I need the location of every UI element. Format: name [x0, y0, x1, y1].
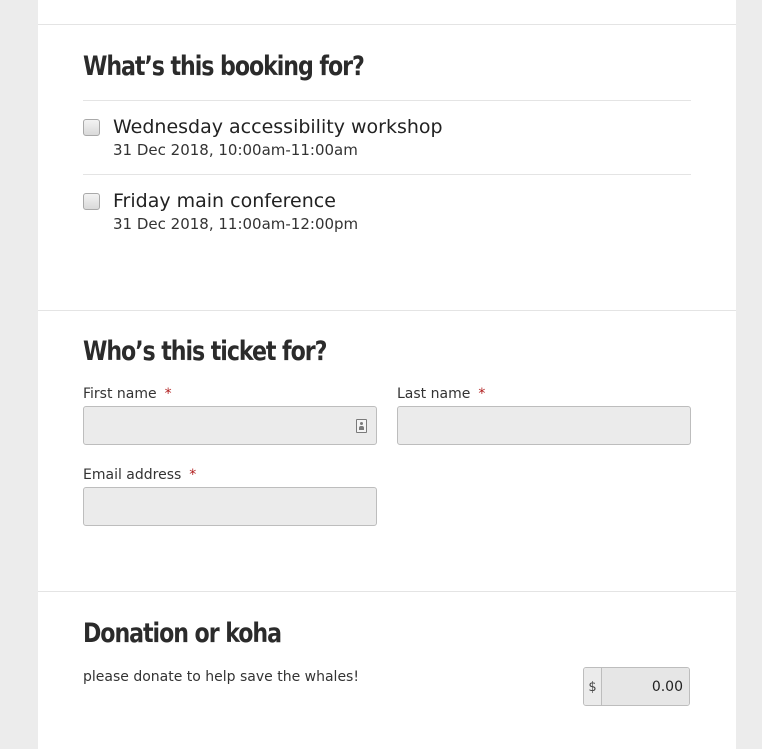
booking-option-friday[interactable]: Friday main conference 31 Dec 2018, 11:0… [83, 174, 691, 248]
email-label: Email address * [83, 467, 196, 483]
required-marker: * [189, 467, 197, 483]
booking-form-card: What’s this booking for? Wednesday acces… [38, 0, 736, 749]
donation-amount-group: $ [583, 667, 690, 706]
ticket-holder-section: Who’s this ticket for? First name * Last … [38, 310, 736, 592]
donation-description: please donate to help save the whales! [83, 669, 359, 685]
option-date: 31 Dec 2018, 10:00am-11:00am [113, 141, 358, 159]
first-name-label-text: First name [83, 386, 157, 402]
required-marker: * [478, 386, 486, 402]
option-date: 31 Dec 2018, 11:00am-12:00pm [113, 215, 359, 233]
first-name-field[interactable] [83, 406, 377, 445]
donation-heading: Donation or koha [83, 618, 282, 649]
wednesday-workshop-checkbox[interactable] [83, 119, 100, 136]
booking-heading: What’s this booking for? [83, 51, 365, 82]
email-label-text: Email address [83, 467, 182, 483]
friday-conference-checkbox[interactable] [83, 193, 100, 210]
ticket-heading: Who’s this ticket for? [83, 336, 327, 367]
donation-amount-input[interactable] [602, 668, 689, 705]
donation-section: Donation or koha please donate to help s… [38, 591, 736, 749]
booking-option-wednesday[interactable]: Wednesday accessibility workshop 31 Dec … [83, 100, 691, 174]
email-field[interactable] [83, 487, 377, 526]
currency-symbol: $ [584, 668, 602, 705]
required-marker: * [164, 386, 172, 402]
contact-card-icon[interactable] [356, 419, 367, 433]
first-name-label: First name * [83, 386, 172, 402]
option-title[interactable]: Wednesday accessibility workshop [113, 116, 443, 138]
last-name-field[interactable] [397, 406, 691, 445]
booking-section: What’s this booking for? Wednesday acces… [38, 24, 736, 311]
last-name-label: Last name * [397, 386, 485, 402]
option-title[interactable]: Friday main conference [113, 190, 336, 212]
last-name-label-text: Last name [397, 386, 471, 402]
